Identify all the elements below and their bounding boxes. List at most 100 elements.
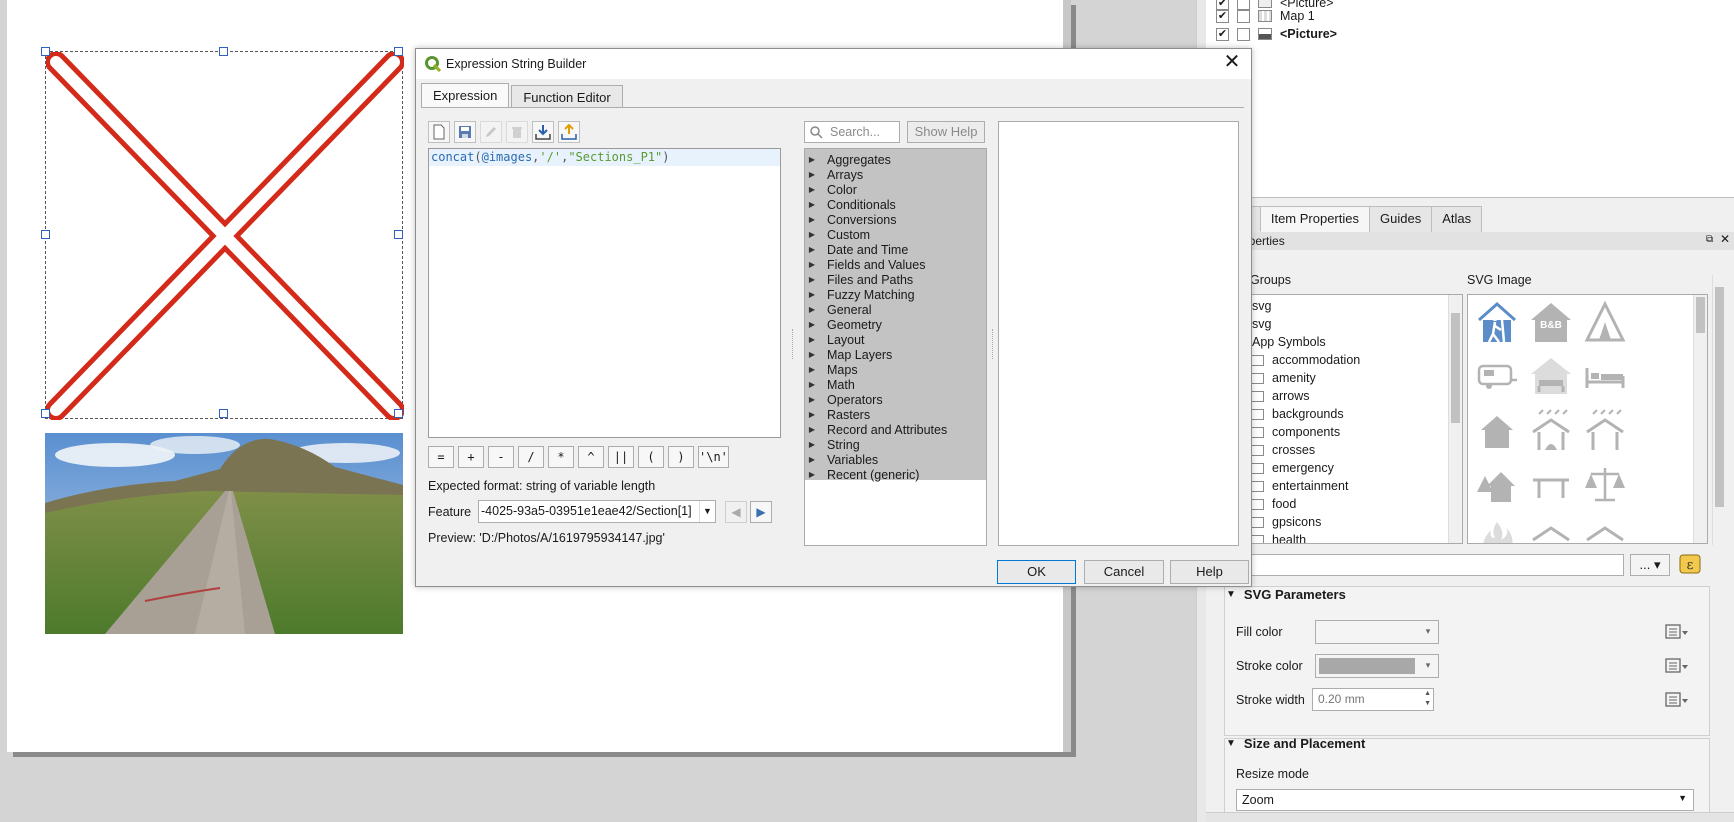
op-concat-button[interactable]: || (608, 446, 634, 468)
function-group-item[interactable]: ▶ Date and Time (805, 242, 908, 257)
new-file-icon[interactable] (428, 121, 450, 143)
scales-icon[interactable] (1580, 459, 1630, 509)
expression-editor[interactable]: concat(@images,'/',"Sections_P1") (428, 148, 781, 438)
house-icon[interactable] (1472, 405, 1522, 455)
edit-icon[interactable] (480, 121, 502, 143)
dialog-titlebar[interactable]: Expression String Builder ✕ (416, 49, 1251, 79)
scrollbar-thumb[interactable] (1451, 313, 1460, 423)
resize-handle-ne[interactable] (394, 47, 403, 56)
expand-arrow-icon[interactable]: ▶ (805, 260, 819, 269)
function-group-item[interactable]: ▶ Layout (805, 332, 865, 347)
expand-arrow-icon[interactable]: ▶ (805, 155, 819, 164)
picture-item-photo[interactable] (45, 433, 403, 634)
bed-and-breakfast-icon[interactable]: B&B (1526, 297, 1576, 347)
svg-parameters-header[interactable]: ▼ SVG Parameters (1226, 587, 1346, 602)
svg-group-item[interactable]: entertainment (1251, 477, 1348, 495)
stroke-width-spinbox[interactable]: 0.20 mm ▲ ▼ (1312, 688, 1434, 711)
ok-button[interactable]: OK (997, 560, 1076, 584)
expand-arrow-icon[interactable]: ▶ (805, 290, 819, 299)
op-equals-button[interactable]: = (428, 446, 454, 468)
svg-group-item[interactable]: components (1251, 423, 1340, 441)
expand-arrow-icon[interactable]: ▶ (805, 170, 819, 179)
tab-expression[interactable]: Expression (421, 83, 510, 108)
lock-checkbox[interactable] (1237, 27, 1250, 41)
function-group-item[interactable]: ▶ Custom (805, 227, 870, 242)
chevron-down-icon[interactable]: ▼ (699, 501, 715, 522)
function-tree[interactable]: ▶ Aggregates ▶ Arrays ▶ Color ▶ Conditionals ▶ Co… (804, 148, 987, 546)
next-feature-icon[interactable]: ▶ (750, 501, 772, 523)
expand-arrow-icon[interactable]: ▶ (805, 380, 819, 389)
caravan-icon[interactable] (1472, 351, 1522, 401)
function-group-item[interactable]: ▶ General (805, 302, 872, 317)
scrollbar-thumb[interactable] (1715, 287, 1724, 507)
function-group-item[interactable]: ▶ Color (805, 182, 857, 197)
op-multiply-button[interactable]: * (548, 446, 574, 468)
svg-group-item[interactable]: health (1251, 531, 1306, 543)
hotel-icon[interactable] (1526, 351, 1576, 401)
items-row-picture-selected[interactable]: ✔ <Picture> (1216, 25, 1337, 43)
data-defined-override-active-icon[interactable]: ε (1678, 552, 1704, 576)
image-source-field[interactable] (1220, 554, 1624, 576)
op-close-paren-button[interactable]: ) (668, 446, 694, 468)
expand-arrow-icon[interactable]: ▶ (805, 410, 819, 419)
show-help-button[interactable]: Show Help (907, 121, 985, 143)
data-defined-override-icon[interactable] (1664, 690, 1690, 710)
function-group-item[interactable]: ▶ String (805, 437, 860, 452)
svg-group-item[interactable]: crosses (1251, 441, 1315, 459)
function-group-item[interactable]: ▶ Conditionals (805, 197, 896, 212)
tab-item-properties[interactable]: Item Properties (1259, 206, 1370, 232)
shelter-rain-icon[interactable] (1526, 405, 1576, 455)
data-defined-override-icon[interactable] (1664, 622, 1690, 642)
expand-arrow-icon[interactable]: ▶ (805, 200, 819, 209)
shelter-icon[interactable] (1580, 405, 1630, 455)
export-icon[interactable] (558, 121, 580, 143)
function-group-item[interactable]: ▶ Map Layers (805, 347, 892, 362)
browse-button[interactable]: ... ▾ (1630, 554, 1670, 576)
function-group-item[interactable]: ▶ Conversions (805, 212, 897, 227)
expand-arrow-icon[interactable]: ▶ (805, 185, 819, 194)
svg-group-item[interactable]: arrows (1251, 387, 1310, 405)
function-group-item[interactable]: ▶ Aggregates (805, 152, 891, 167)
picture-item-svg-cross[interactable] (45, 51, 405, 421)
hiking-icon[interactable] (1472, 297, 1522, 347)
svg-grid-scrollbar[interactable] (1693, 295, 1707, 543)
svg-group-item[interactable]: food (1251, 495, 1296, 513)
resize-handle-e[interactable] (394, 230, 403, 239)
svg-group-item[interactable]: amenity (1251, 369, 1316, 387)
close-icon[interactable]: ✕ (1221, 52, 1243, 74)
size-placement-header[interactable]: ▼ Size and Placement (1226, 736, 1365, 751)
svg-group-item[interactable]: accommodation (1251, 351, 1360, 369)
resize-handle-nw[interactable] (41, 47, 50, 56)
svg-group-item[interactable]: emergency (1251, 459, 1334, 477)
bed-icon[interactable] (1580, 351, 1630, 401)
expand-arrow-icon[interactable]: ▶ (805, 440, 819, 449)
save-icon[interactable] (454, 121, 476, 143)
function-group-item[interactable]: ▶ Files and Paths (805, 272, 913, 287)
help-button[interactable]: Help (1170, 560, 1249, 584)
expand-arrow-icon[interactable]: ▶ (805, 215, 819, 224)
function-group-item[interactable]: ▶ Geometry (805, 317, 882, 332)
op-minus-button[interactable]: - (488, 446, 514, 468)
search-input[interactable]: Search... (804, 121, 900, 143)
function-group-item[interactable]: ▶ Arrays (805, 167, 863, 182)
scrollbar-thumb[interactable] (1696, 297, 1705, 333)
op-newline-button[interactable]: '\n' (698, 446, 729, 468)
groups-scrollbar[interactable] (1448, 295, 1462, 543)
tab-atlas[interactable]: Atlas (1431, 206, 1483, 232)
splitter-handle[interactable] (792, 329, 796, 359)
feature-combo[interactable]: -4025-93a5-03951e1eae42/Section[1] (478, 500, 716, 523)
function-group-item[interactable]: ▶ Rasters (805, 407, 870, 422)
visibility-checkbox[interactable]: ✔ (1216, 9, 1229, 23)
svg-groups-tree[interactable]: svg svg App Symbols accommodation amenity arr… (1220, 294, 1463, 544)
resize-handle-se[interactable] (394, 409, 403, 418)
svg-image-grid[interactable]: B&B (1467, 294, 1708, 544)
barbecue-icon[interactable] (1526, 513, 1576, 543)
function-group-item[interactable]: ▶ Record and Attributes (805, 422, 947, 437)
resize-handle-w[interactable] (41, 230, 50, 239)
picnic-table-icon[interactable] (1526, 459, 1576, 509)
expand-arrow-icon[interactable]: ▶ (805, 245, 819, 254)
op-plus-button[interactable]: + (458, 446, 484, 468)
expression-line[interactable]: concat(@images,'/',"Sections_P1") (429, 149, 780, 166)
stroke-color-dropdown-icon[interactable]: ▾ (1421, 654, 1435, 678)
expand-arrow-icon[interactable]: ▶ (805, 365, 819, 374)
